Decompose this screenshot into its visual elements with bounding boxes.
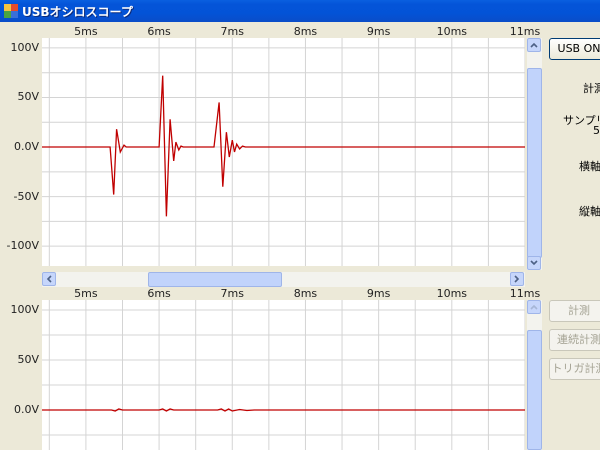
x-tick-label: 6ms (147, 287, 171, 300)
x-tick-label: 11ms (509, 25, 541, 38)
x-tick-label: 5ms (74, 287, 98, 300)
continuous-measure-button[interactable]: 連続計測 (549, 329, 600, 351)
x-tick-label: 10ms (436, 25, 468, 38)
chevron-up-icon (530, 304, 538, 310)
x-tick-label: 8ms (293, 25, 318, 38)
scroll-right-button[interactable] (510, 272, 524, 286)
y-tick-label: 50V (17, 353, 39, 366)
scroll-left-button[interactable] (42, 272, 56, 286)
y-tick-label: 0.0V (13, 403, 39, 416)
x-tick-label: 7ms (220, 287, 244, 300)
usb-on-button[interactable]: USB ON (549, 38, 600, 60)
y-tick-label: -100V (6, 239, 40, 253)
y-tick-label: -50V (13, 189, 40, 203)
plot-background (42, 300, 525, 450)
scroll-up-button-bottom[interactable] (527, 300, 541, 314)
title-bar[interactable]: USBオシロスコープ (0, 0, 600, 22)
chevron-left-icon (46, 275, 52, 283)
sampling-value: 5 (593, 124, 600, 137)
scroll-thumb[interactable] (527, 68, 542, 258)
y-tick-label: 0.0V (13, 140, 39, 154)
x-tick-label: 9ms (366, 25, 391, 38)
top-vertical-scrollbar[interactable] (527, 38, 542, 270)
top-plot-area (42, 38, 525, 266)
horizontal-scrollbar[interactable] (42, 272, 525, 287)
scroll-up-button[interactable] (527, 38, 541, 52)
bottom-vertical-scrollbar[interactable] (527, 300, 542, 450)
measure-button[interactable]: 計測 (549, 300, 600, 322)
horizontal-scroll-thumb[interactable] (148, 272, 282, 287)
y-tick-label: 50V (17, 90, 39, 104)
horizontal-axis-label: 横軸 (579, 160, 600, 173)
x-tick-label: 6ms (147, 25, 171, 38)
measure-label: 計測 (583, 82, 600, 95)
chevron-right-icon (514, 275, 520, 283)
y-tick-label: 100V (10, 303, 39, 316)
x-tick-label: 9ms (366, 287, 391, 300)
y-tick-label: 100V (10, 40, 39, 54)
x-tick-label: 10ms (436, 287, 468, 300)
x-tick-label: 7ms (220, 25, 244, 38)
x-tick-label: 11ms (509, 287, 541, 300)
window-title: USBオシロスコープ (22, 5, 133, 19)
scroll-thumb-bottom[interactable] (527, 330, 542, 450)
bottom-plot-area (42, 300, 525, 450)
trigger-measure-button[interactable]: トリガ計測 (549, 358, 600, 380)
chevron-down-icon (530, 260, 538, 266)
scroll-down-button[interactable] (527, 256, 541, 270)
app-icon (4, 4, 18, 18)
chevron-up-icon (530, 42, 538, 48)
x-tick-label: 8ms (293, 287, 318, 300)
vertical-axis-label: 縦軸 (579, 205, 600, 218)
x-tick-label: 5ms (74, 25, 98, 38)
